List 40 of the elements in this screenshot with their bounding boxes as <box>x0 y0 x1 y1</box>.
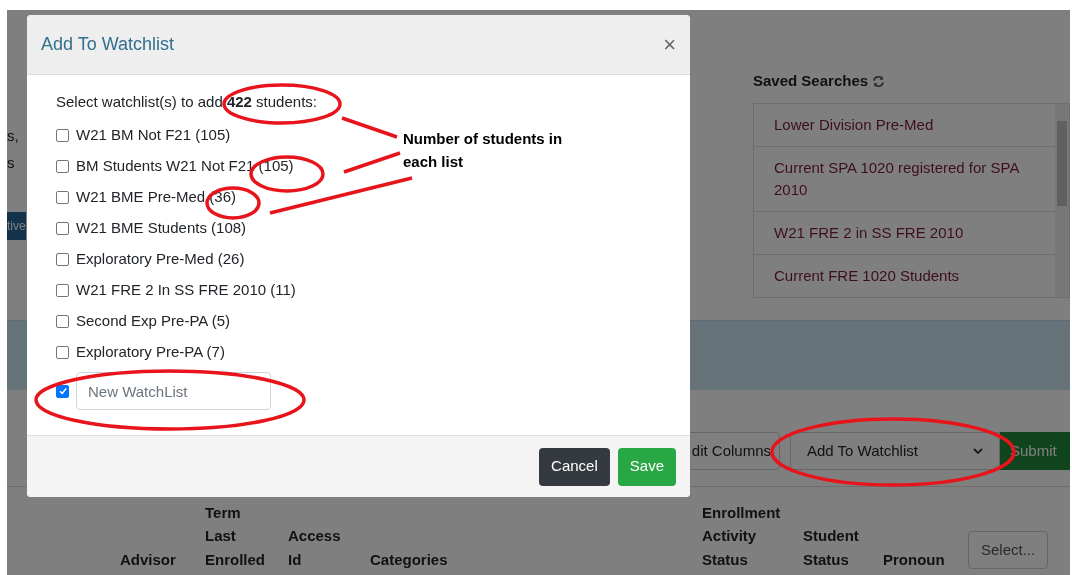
cancel-button[interactable]: Cancel <box>539 447 610 486</box>
highlight-ellipse <box>205 186 261 220</box>
watchlist-label[interactable]: W21 BME Students (108) <box>76 217 247 240</box>
watchlist-label[interactable]: Second Exp Pre-PA (5) <box>76 310 230 333</box>
column-header: Student Status <box>803 526 860 570</box>
checkbox[interactable] <box>56 253 69 266</box>
checkbox[interactable] <box>56 129 69 142</box>
checkbox[interactable] <box>56 160 69 173</box>
annotation-note: Number of students in each list <box>403 129 564 172</box>
close-button[interactable]: × <box>663 33 676 56</box>
select-button[interactable]: Select... <box>968 531 1049 569</box>
checkbox[interactable] <box>56 284 69 297</box>
text-fragment: s, <box>7 126 19 146</box>
column-header: Pronoun <box>883 549 946 570</box>
action-select[interactable]: Add To Watchlist <box>790 432 1000 470</box>
chevron-down-icon <box>973 447 983 455</box>
column-header: Categories <box>370 549 449 570</box>
checkbox[interactable] <box>56 315 69 328</box>
checkbox[interactable] <box>56 346 69 359</box>
checkbox[interactable] <box>56 222 69 235</box>
watchlist-label[interactable]: Exploratory Pre-Med (26) <box>76 248 245 271</box>
watchlist-label[interactable]: BM Students W21 Not F21 (105) <box>76 155 294 178</box>
text-fragment: s <box>7 153 15 173</box>
column-header: Enrollment Activity Status <box>702 502 782 570</box>
watchlist-label[interactable]: W21 FRE 2 In SS FRE 2010 (11) <box>76 279 296 302</box>
new-watchlist-field[interactable]: New WatchList <box>76 372 271 410</box>
watchlist-label[interactable]: W21 BM Not F21 (105) <box>76 124 231 147</box>
column-header: Advisor <box>120 549 177 570</box>
scrollbar[interactable] <box>1055 103 1069 297</box>
dialog-title: Add To Watchlist <box>41 33 175 56</box>
save-button[interactable]: Save <box>617 447 676 486</box>
column-header: Access Id <box>288 526 342 570</box>
dialog-prompt: Select watchlist(s) to add 422 students: <box>56 92 317 112</box>
watchlist-label[interactable]: Exploratory Pre-PA (7) <box>76 341 225 364</box>
section-title: Saved Searches <box>753 71 869 91</box>
side-button[interactable]: tive <box>7 212 26 240</box>
checkbox[interactable] <box>56 384 69 398</box>
checkbox[interactable] <box>56 191 69 204</box>
column-header: Term Last Enrolled <box>205 502 266 570</box>
refresh-icon[interactable] <box>872 74 886 88</box>
